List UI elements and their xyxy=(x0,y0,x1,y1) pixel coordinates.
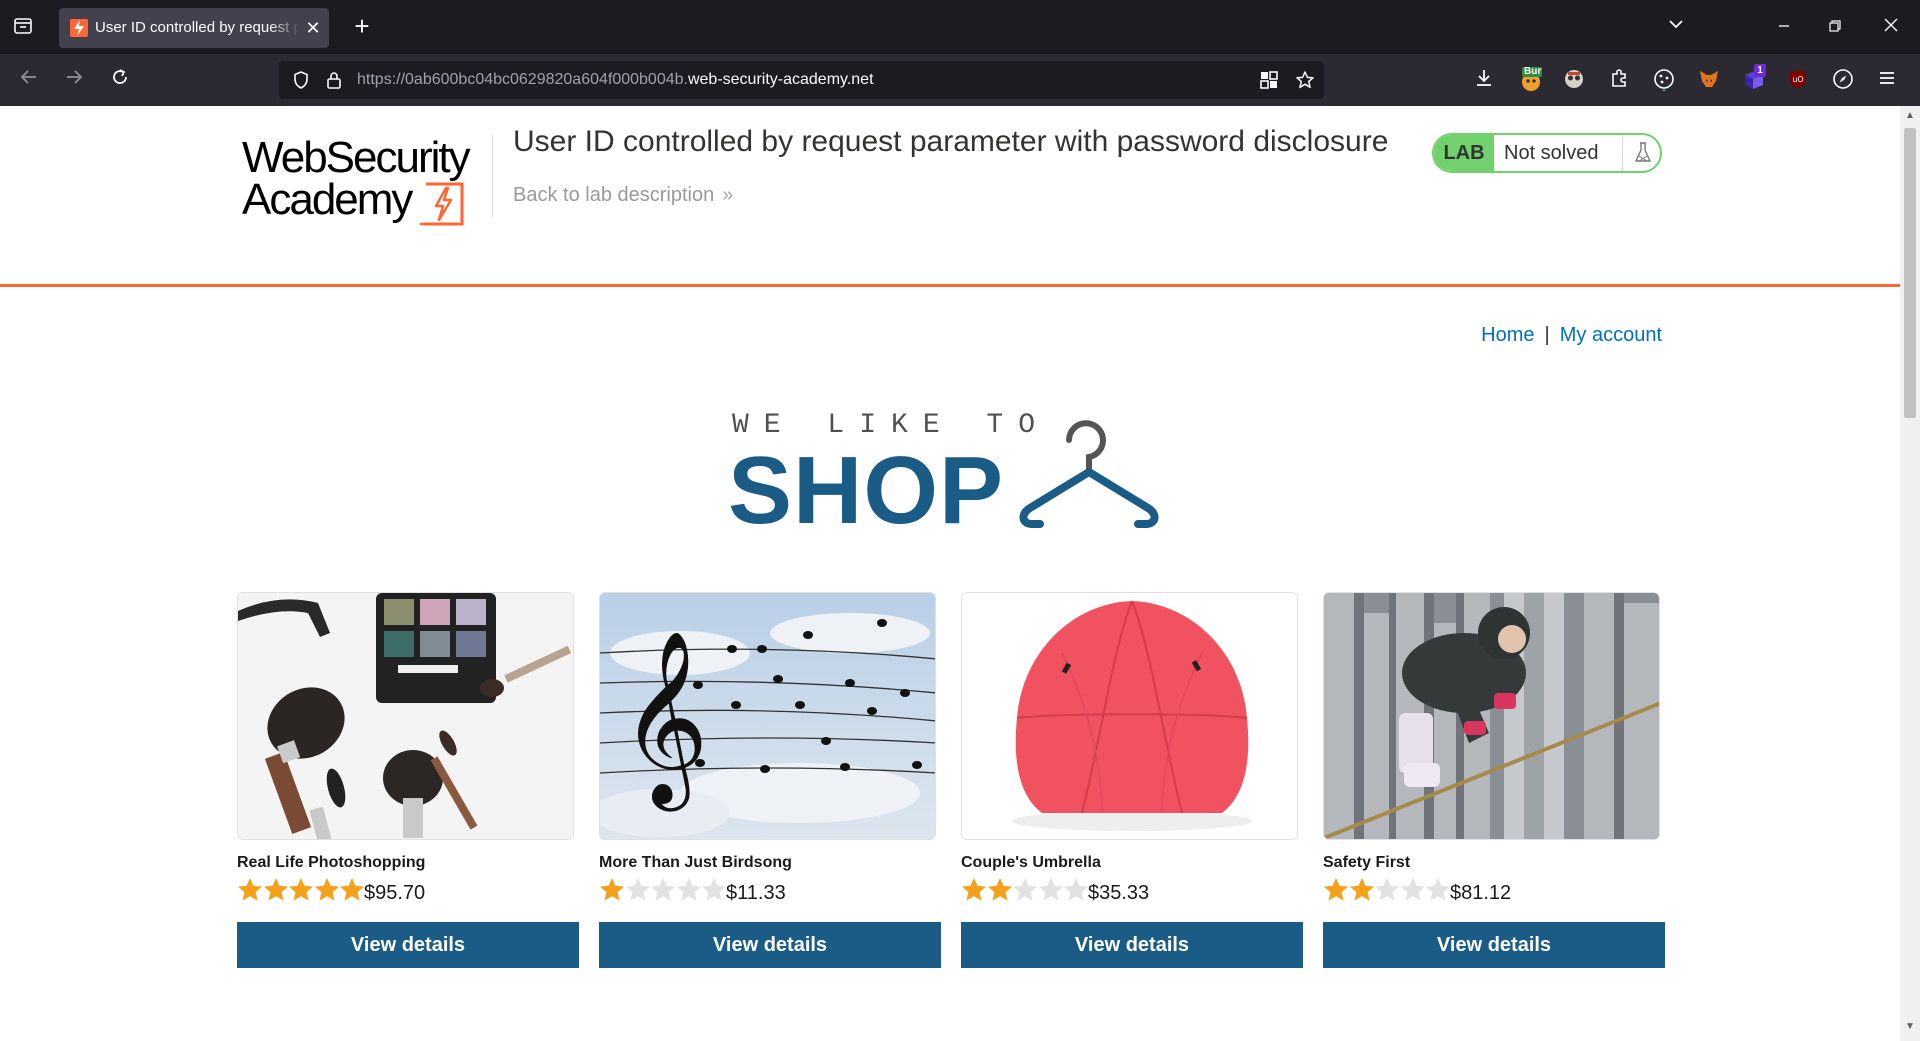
back-arrow-icon[interactable] xyxy=(16,67,42,93)
new-tab-icon[interactable]: + xyxy=(350,13,374,39)
tracking-shield-icon[interactable] xyxy=(291,70,311,95)
url-domain: web-security-academy.net xyxy=(687,71,874,88)
forward-arrow-icon[interactable] xyxy=(61,67,87,93)
logo-lightning-icon xyxy=(420,182,464,226)
minimize-icon[interactable] xyxy=(1771,14,1797,40)
star-empty-icon xyxy=(651,878,676,901)
lab-status-text: Not solved xyxy=(1504,142,1599,164)
we-like-to-shop-banner: WE LIKE TO SHOP xyxy=(728,406,1168,556)
product-price: $81.12 xyxy=(1450,882,1512,904)
nav-my-account-link[interactable]: My account xyxy=(1560,324,1662,346)
star-filled-icon xyxy=(962,878,986,901)
star-filled-icon xyxy=(314,878,339,901)
lab-status-widget: LAB Not solved xyxy=(1432,133,1662,173)
star-filled-icon xyxy=(263,878,288,901)
star-empty-icon xyxy=(1038,878,1063,901)
url-bar[interactable]: https://0ab600bc04bc0629820a604f000b004b… xyxy=(279,61,1324,99)
web-security-academy-logo[interactable]: WebSecurity Academy xyxy=(238,128,488,228)
product-image-birdsong: 𝄞 xyxy=(599,592,936,840)
view-details-button[interactable]: View details xyxy=(961,922,1303,968)
scroll-down-arrow-icon[interactable]: ▼ xyxy=(1904,1021,1916,1033)
metamask-fox-icon[interactable] xyxy=(1697,67,1723,93)
notification-badge-text: 1 xyxy=(1754,64,1766,77)
reload-icon[interactable] xyxy=(107,67,133,93)
star-empty-icon xyxy=(625,878,650,901)
cookie-extension-icon[interactable] xyxy=(1652,67,1678,93)
product-image-safety-first xyxy=(1323,592,1660,840)
product-name: Couple's Umbrella xyxy=(961,854,1101,871)
browser-tab-active[interactable]: User ID controlled by request parameter … xyxy=(59,8,329,48)
page-scrollbar[interactable]: ▲ ▼ xyxy=(1900,106,1920,1041)
wappalyzer-extension-icon[interactable] xyxy=(1562,67,1588,93)
tab-overflow-chevron-icon[interactable] xyxy=(1663,14,1689,40)
star-filled-icon xyxy=(340,878,365,901)
svg-text:uO: uO xyxy=(1792,75,1803,84)
view-details-button[interactable]: View details xyxy=(237,922,579,968)
padlock-icon[interactable] xyxy=(324,70,344,95)
extensions-puzzle-icon[interactable] xyxy=(1608,67,1634,93)
header-orange-rule xyxy=(0,284,1900,287)
lab-title: User ID controlled by request parameter … xyxy=(513,125,1389,158)
star-empty-icon xyxy=(1400,878,1425,901)
star-filled-icon xyxy=(238,878,262,901)
product-image-makeup xyxy=(237,592,574,840)
product-price: $35.33 xyxy=(1088,882,1150,904)
compass-extension-icon[interactable] xyxy=(1831,67,1857,93)
close-window-icon[interactable] xyxy=(1878,14,1904,40)
page-viewport: WebSecurity Academy User ID controlled b… xyxy=(0,106,1900,1041)
tab-title: User ID controlled by request parameter … xyxy=(95,19,300,36)
nav-home-link[interactable]: Home xyxy=(1481,324,1534,346)
star-empty-icon xyxy=(1375,878,1400,901)
double-chevron-right-icon: » xyxy=(722,184,734,206)
product-image-umbrella xyxy=(961,592,1298,840)
view-details-button[interactable]: View details xyxy=(599,922,941,968)
top-navigation: Home | My account xyxy=(1476,324,1662,347)
hero-shop-title: SHOP xyxy=(728,437,1005,544)
back-link-label: Back to lab description xyxy=(513,184,715,206)
scroll-up-arrow-icon[interactable]: ▲ xyxy=(1904,110,1916,122)
clothes-hanger-icon xyxy=(1019,420,1159,528)
product-name: More Than Just Birdsong xyxy=(599,854,792,871)
product-price: $95.70 xyxy=(364,882,426,904)
ublock-origin-icon[interactable]: uO xyxy=(1786,67,1812,93)
bookmark-star-icon[interactable] xyxy=(1295,70,1317,92)
flask-icon xyxy=(1622,135,1660,171)
star-filled-icon xyxy=(987,878,1012,901)
burp-badge-text: Bur xyxy=(1524,66,1542,77)
star-empty-icon xyxy=(1064,878,1089,901)
downloads-icon[interactable] xyxy=(1473,67,1499,93)
tab-close-icon[interactable]: ✕ xyxy=(302,17,324,39)
product-name: Safety First xyxy=(1323,854,1411,871)
browser-tab-strip: User ID controlled by request parameter … xyxy=(0,0,1920,54)
star-filled-icon xyxy=(1349,878,1374,901)
url-text[interactable]: https://0ab600bc04bc0629820a604f000b004b… xyxy=(357,71,874,89)
header-divider xyxy=(492,134,493,218)
scrollbar-thumb[interactable] xyxy=(1904,128,1916,418)
product-name: Real Life Photoshopping xyxy=(237,854,426,871)
svg-text:𝄞: 𝄞 xyxy=(620,630,709,812)
burp-extension-icon[interactable]: Bur xyxy=(1518,66,1544,93)
logo-text-line2: Academy xyxy=(242,175,413,224)
star-empty-icon xyxy=(702,878,727,901)
qr-code-icon[interactable] xyxy=(1259,70,1281,92)
browser-nav-bar: https://0ab600bc04bc0629820a604f000b004b… xyxy=(0,54,1920,106)
portswigger-favicon-icon xyxy=(70,19,88,37)
product-price: $11.33 xyxy=(726,882,786,904)
star-filled-icon xyxy=(600,878,624,901)
tab-list-icon[interactable] xyxy=(12,15,36,39)
notification-extension-icon[interactable]: 1 xyxy=(1742,64,1768,93)
star-filled-icon xyxy=(289,878,314,901)
star-empty-icon xyxy=(676,878,701,901)
star-empty-icon xyxy=(1013,878,1038,901)
star-filled-icon xyxy=(1324,878,1348,901)
restore-icon[interactable] xyxy=(1822,14,1848,40)
nav-separator: | xyxy=(1544,324,1550,346)
star-empty-icon xyxy=(1426,878,1451,901)
back-to-lab-description-link[interactable]: Back to lab description » xyxy=(513,184,733,207)
logo-text-line1: WebSecurity xyxy=(242,133,471,182)
lab-badge: LAB xyxy=(1434,135,1494,171)
view-details-button[interactable]: View details xyxy=(1323,922,1665,968)
url-prefix: https://0ab600bc04bc0629820a604f000b004b… xyxy=(357,71,688,88)
app-menu-hamburger-icon[interactable] xyxy=(1876,67,1902,93)
